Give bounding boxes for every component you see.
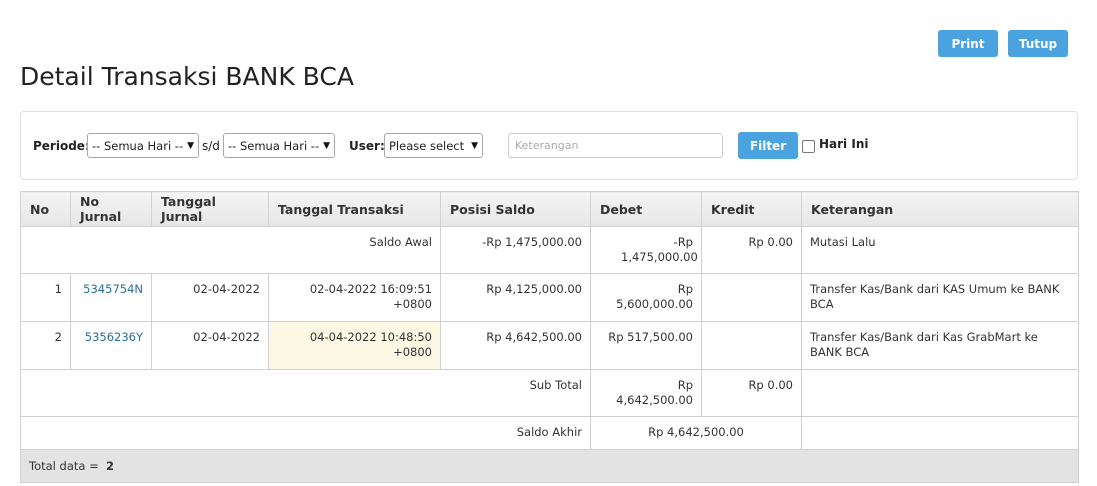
row-no: 2	[20, 321, 71, 370]
row-no-jurnal: 5345754N	[70, 273, 152, 322]
saldo-akhir-label: Saldo Akhir	[20, 416, 591, 450]
col-header-kredit: Kredit	[701, 191, 802, 227]
saldo-awal-debet: -Rp 1,475,000.00	[590, 226, 702, 274]
close-button[interactable]: Tutup	[1008, 30, 1068, 57]
hari-ini-label: Hari Ini	[819, 137, 869, 151]
user-select-value: Please select	[389, 138, 465, 153]
chevron-down-icon: ▼	[187, 140, 194, 151]
keterangan-input[interactable]: Keterangan	[508, 133, 723, 158]
periode-start-select[interactable]: -- Semua Hari -- ▼	[87, 133, 199, 158]
saldo-akhir-value: Rp 4,642,500.00	[590, 416, 802, 450]
user-label: User:	[349, 139, 385, 153]
table-row: 1 5345754N 02-04-2022 02-04-2022 16:09:5…	[20, 273, 1079, 322]
col-header-no-jurnal: No Jurnal	[70, 191, 152, 227]
row-keterangan: Transfer Kas/Bank dari KAS Umum ke BANK …	[801, 273, 1079, 322]
row-tanggal-transaksi: 04-04-2022 10:48:50 +0800	[268, 321, 441, 370]
total-data-value: 2	[106, 458, 115, 473]
hari-ini-checkbox[interactable]	[802, 140, 815, 153]
subtotal-row: Sub Total Rp 4,642,500.00 Rp 0.00	[20, 369, 1079, 417]
saldo-awal-row: Saldo Awal -Rp 1,475,000.00 -Rp 1,475,00…	[20, 226, 1079, 274]
col-header-tanggal-transaksi: Tanggal Transaksi	[268, 191, 441, 227]
filter-panel: Periode: -- Semua Hari -- ▼ s/d -- Semua…	[20, 111, 1078, 180]
saldo-awal-keterangan: Mutasi Lalu	[801, 226, 1079, 274]
saldo-awal-label: Saldo Awal	[20, 226, 441, 274]
page-title: Detail Transaksi BANK BCA	[20, 62, 354, 91]
col-header-tanggal-jurnal: Tanggal Jurnal	[151, 191, 269, 227]
total-data-row: Total data = 2	[20, 449, 1079, 483]
row-tanggal-jurnal: 02-04-2022	[151, 321, 269, 370]
row-no-jurnal: 5356236Y	[70, 321, 152, 370]
chevron-down-icon: ▼	[323, 140, 330, 151]
saldo-akhir-row: Saldo Akhir Rp 4,642,500.00	[20, 416, 1079, 450]
row-tanggal-jurnal: 02-04-2022	[151, 273, 269, 322]
jurnal-link[interactable]: 5356236Y	[85, 330, 143, 344]
row-debet: Rp 5,600,000.00	[590, 273, 702, 322]
keterangan-placeholder: Keterangan	[515, 139, 579, 152]
subtotal-label: Sub Total	[20, 369, 591, 417]
user-select[interactable]: Please select ▼	[384, 133, 483, 158]
row-tanggal-transaksi: 02-04-2022 16:09:51 +0800	[268, 273, 441, 322]
col-header-debet: Debet	[590, 191, 702, 227]
row-keterangan: Transfer Kas/Bank dari Kas GrabMart ke B…	[801, 321, 1079, 370]
saldo-awal-kredit: Rp 0.00	[701, 226, 802, 274]
subtotal-debet: Rp 4,642,500.00	[590, 369, 702, 417]
total-data-cell: Total data = 2	[20, 449, 1079, 483]
chevron-down-icon: ▼	[471, 140, 478, 151]
col-header-no: No	[20, 191, 71, 227]
periode-end-select[interactable]: -- Semua Hari -- ▼	[223, 133, 335, 158]
total-data-label: Total data =	[29, 458, 99, 473]
table-header-row: No No Jurnal Tanggal Jurnal Tanggal Tran…	[20, 191, 1079, 227]
col-header-posisi-saldo: Posisi Saldo	[440, 191, 591, 227]
periode-label: Periode:	[33, 139, 90, 153]
row-posisi-saldo: Rp 4,642,500.00	[440, 321, 591, 370]
row-posisi-saldo: Rp 4,125,000.00	[440, 273, 591, 322]
table-row: 2 5356236Y 02-04-2022 04-04-2022 10:48:5…	[20, 321, 1079, 370]
row-debet: Rp 517,500.00	[590, 321, 702, 370]
filter-button[interactable]: Filter	[738, 132, 798, 159]
saldo-awal-posisi: -Rp 1,475,000.00	[440, 226, 591, 274]
row-kredit	[701, 273, 802, 322]
jurnal-link[interactable]: 5345754N	[83, 282, 143, 296]
subtotal-kredit: Rp 0.00	[701, 369, 802, 417]
periode-end-value: -- Semua Hari --	[228, 138, 320, 153]
row-kredit	[701, 321, 802, 370]
row-no: 1	[20, 273, 71, 322]
periode-start-value: -- Semua Hari --	[92, 138, 184, 153]
sd-label: s/d	[202, 139, 220, 153]
print-button[interactable]: Print	[938, 30, 998, 57]
transaction-table: No No Jurnal Tanggal Jurnal Tanggal Tran…	[20, 191, 1079, 483]
col-header-keterangan: Keterangan	[801, 191, 1079, 227]
